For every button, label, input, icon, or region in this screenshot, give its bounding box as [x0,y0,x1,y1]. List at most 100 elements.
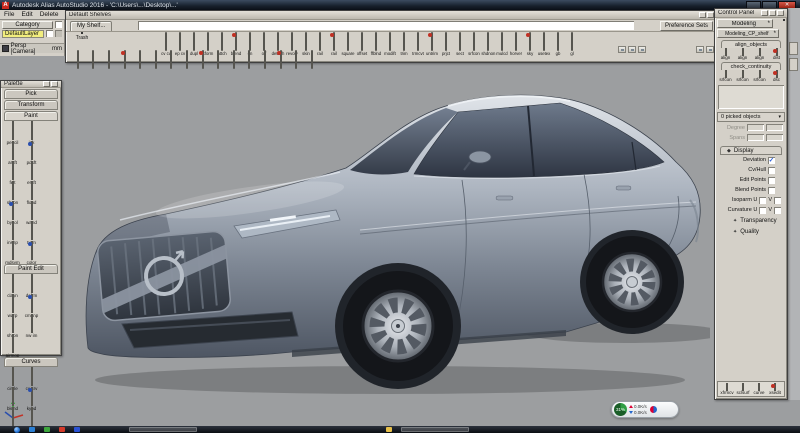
shelf-tool-button[interactable] [86,51,102,69]
palette-tool-button[interactable]: text... [22,408,41,428]
palette-tool-button[interactable]: circle [3,368,22,388]
net-speed-overlay[interactable]: 31% 0.0K/s 0.0K/s [611,401,679,418]
palette-tool-button[interactable]: shrpn [3,182,22,202]
degree-field-u[interactable] [747,124,764,131]
taskbar-app-icon[interactable] [59,427,65,432]
palette-tool-button[interactable]: cmanp [22,295,41,315]
layer-extra-box[interactable] [55,30,62,37]
shelf-option-icon[interactable] [696,46,704,53]
shelf-name-field[interactable] [138,21,634,30]
shelf-tool-button[interactable]: gl [565,33,579,56]
display-option-checkbox[interactable] [768,177,775,184]
taskbar-open-window[interactable] [129,427,197,432]
palette-tool-button[interactable]: pencil [3,122,22,142]
spans-field-u[interactable] [747,134,764,141]
shelf-tool-button[interactable]: shdnon [481,33,495,56]
palette-tool-button[interactable]: nw im [22,315,41,335]
viewport-title-bar[interactable]: Persp [Camera] mm [0,43,64,53]
shelf-tool-button[interactable] [132,51,148,69]
shelf-tool-button[interactable] [148,51,164,69]
palette-button[interactable] [51,81,58,87]
menu-file[interactable]: File [4,11,14,18]
shelf-tool-button[interactable] [242,51,258,69]
display-option-checkbox[interactable] [768,167,775,174]
preset-dropdown[interactable]: Modeling * [717,19,773,28]
shelf-tool-button[interactable]: sect [453,33,467,56]
category-dropdown[interactable]: Category [2,21,53,29]
palette-tool-button[interactable]: kybd [22,388,41,408]
shelf-option-icon[interactable] [628,46,636,53]
palette-tool-button[interactable]: ink [22,122,41,142]
cp-shelf-dropdown[interactable]: Modeling_CP_shelf * [717,29,779,38]
display-option-checkbox[interactable] [768,187,775,194]
palette-tab-curves[interactable]: Curves [4,357,58,367]
degree-field-v[interactable] [766,124,783,131]
palette-tool-button[interactable]: felt [3,162,22,182]
palette-titlebar[interactable]: Palette [1,81,61,88]
cp-tool-button[interactable]: dist [769,49,785,60]
cp-tool-button[interactable]: srfcon [752,71,768,82]
lightbulb-toggle-icon[interactable] [618,46,626,53]
cp-tool-button[interactable]: align [752,49,768,60]
dual-option-checkbox-v[interactable] [774,207,781,214]
taskbar-app-icon[interactable] [74,427,80,432]
control-panel-titlebar[interactable]: Control Panel [715,9,787,18]
palette-tool-button[interactable]: airmop [3,335,22,355]
dock-grip[interactable] [789,42,798,55]
dual-option-checkbox-u[interactable] [759,197,766,204]
shelf-tool-button[interactable] [226,51,242,69]
palette-tool-button[interactable]: shrpn [3,315,22,335]
cp-tool-button[interactable]: sclsurf [735,384,751,395]
cp-tool-button[interactable]: srfcon [718,71,734,82]
shelf-tool-button[interactable]: srfcon [467,33,481,56]
palette-tool-button[interactable]: mdsym [3,242,22,262]
palette-tool-button[interactable]: inshp [3,222,22,242]
palette-button[interactable] [43,81,50,87]
preference-sets-button[interactable]: Preference Sets [660,21,713,31]
align-objects-group-header[interactable]: align_objects [721,40,781,48]
shelf-tool-button[interactable] [195,51,211,69]
shelf-tool-button[interactable]: sky [523,33,537,56]
shelf-tool-button[interactable]: untrim [425,33,439,56]
shelf-tool-button[interactable] [179,51,195,69]
shelf-option-icon[interactable] [706,46,714,53]
shelf-tool-button[interactable]: trim [397,33,411,56]
viewport-3d-car-model[interactable] [60,80,710,405]
cp-tool-button[interactable]: srfcon [735,71,751,82]
shelf-tool-button[interactable]: square [341,33,355,56]
control-panel-button[interactable] [761,10,768,16]
shelf-tool-button[interactable] [210,51,226,69]
shelf-tool-button[interactable]: trmcvt [411,33,425,56]
taskbar-open-window[interactable] [401,427,469,432]
shelves-restore-button[interactable] [707,12,714,18]
start-button[interactable] [14,427,20,433]
picked-objects-listbox[interactable] [718,85,784,109]
palette-tool-button[interactable]: arsft [3,142,22,162]
display-option-checkbox[interactable]: ✓ [768,157,775,164]
shelf-trash[interactable]: Trash [70,34,94,41]
layer-checkbox[interactable] [46,30,53,37]
shelf-tool-button[interactable]: horver [509,33,523,56]
taskbar-folder-icon[interactable] [386,427,392,432]
current-layer-field[interactable]: DefaultLayer [2,30,44,38]
palette-tool-button[interactable]: bysol [3,202,22,222]
control-panel-button[interactable] [777,10,784,16]
cp-tool-button[interactable]: align [735,49,751,60]
category-option-box[interactable] [55,21,62,28]
shelf-tool-button[interactable] [304,51,320,69]
shelf-tool-button[interactable] [101,51,117,69]
cp-tool-button[interactable]: curve [751,384,767,395]
shelf-tool-button[interactable] [117,51,133,69]
palette-tool-button[interactable]: flood [22,182,41,202]
taskbar-app-icon[interactable] [29,427,35,432]
palette-tab-pick[interactable]: Pick [4,89,58,99]
collapsed-section-header[interactable]: ✦ Quality [715,226,787,237]
shelves-window-titlebar[interactable]: Default Shelves [66,11,717,20]
palette-tool-button[interactable]: color [22,242,41,262]
dual-option-checkbox-v[interactable] [774,197,781,204]
dual-option-checkbox-u[interactable] [759,207,766,214]
control-panel-button[interactable] [769,10,776,16]
picked-objects-dropdown[interactable]: 0 picked objects ▾ [717,112,785,122]
collapsed-section-header[interactable]: ✦ Transparency [715,215,787,226]
palette-tool-button[interactable]: ersft [22,162,41,182]
